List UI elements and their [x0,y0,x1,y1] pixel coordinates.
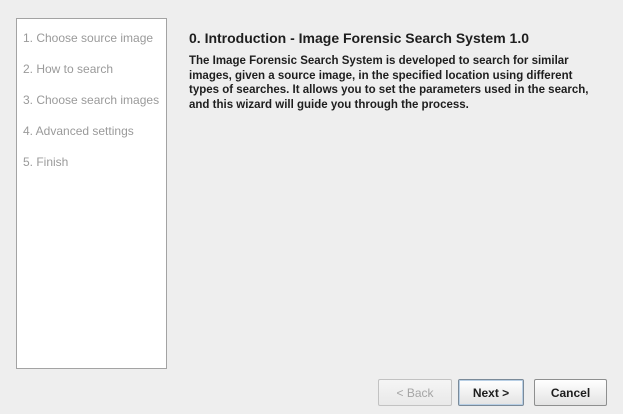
page-title: 0. Introduction - Image Forensic Search … [189,30,529,46]
next-button[interactable]: Next > [458,379,524,406]
step-advanced-settings: 4. Advanced settings [23,124,134,138]
cancel-button[interactable]: Cancel [534,379,607,406]
step-finish: 5. Finish [23,155,69,169]
step-choose-source-image: 1. Choose source image [23,31,154,45]
steps-list: 1. Choose source image 2. How to search … [16,18,167,369]
step-choose-search-images: 3. Choose search images [23,93,160,107]
back-button[interactable]: < Back [378,379,452,406]
wizard-window: 1. Choose source image 2. How to search … [0,0,623,414]
step-how-to-search: 2. How to search [23,62,114,76]
content-area: 0. Introduction - Image Forensic Search … [189,28,609,112]
intro-description: The Image Forensic Search System is deve… [189,55,589,111]
